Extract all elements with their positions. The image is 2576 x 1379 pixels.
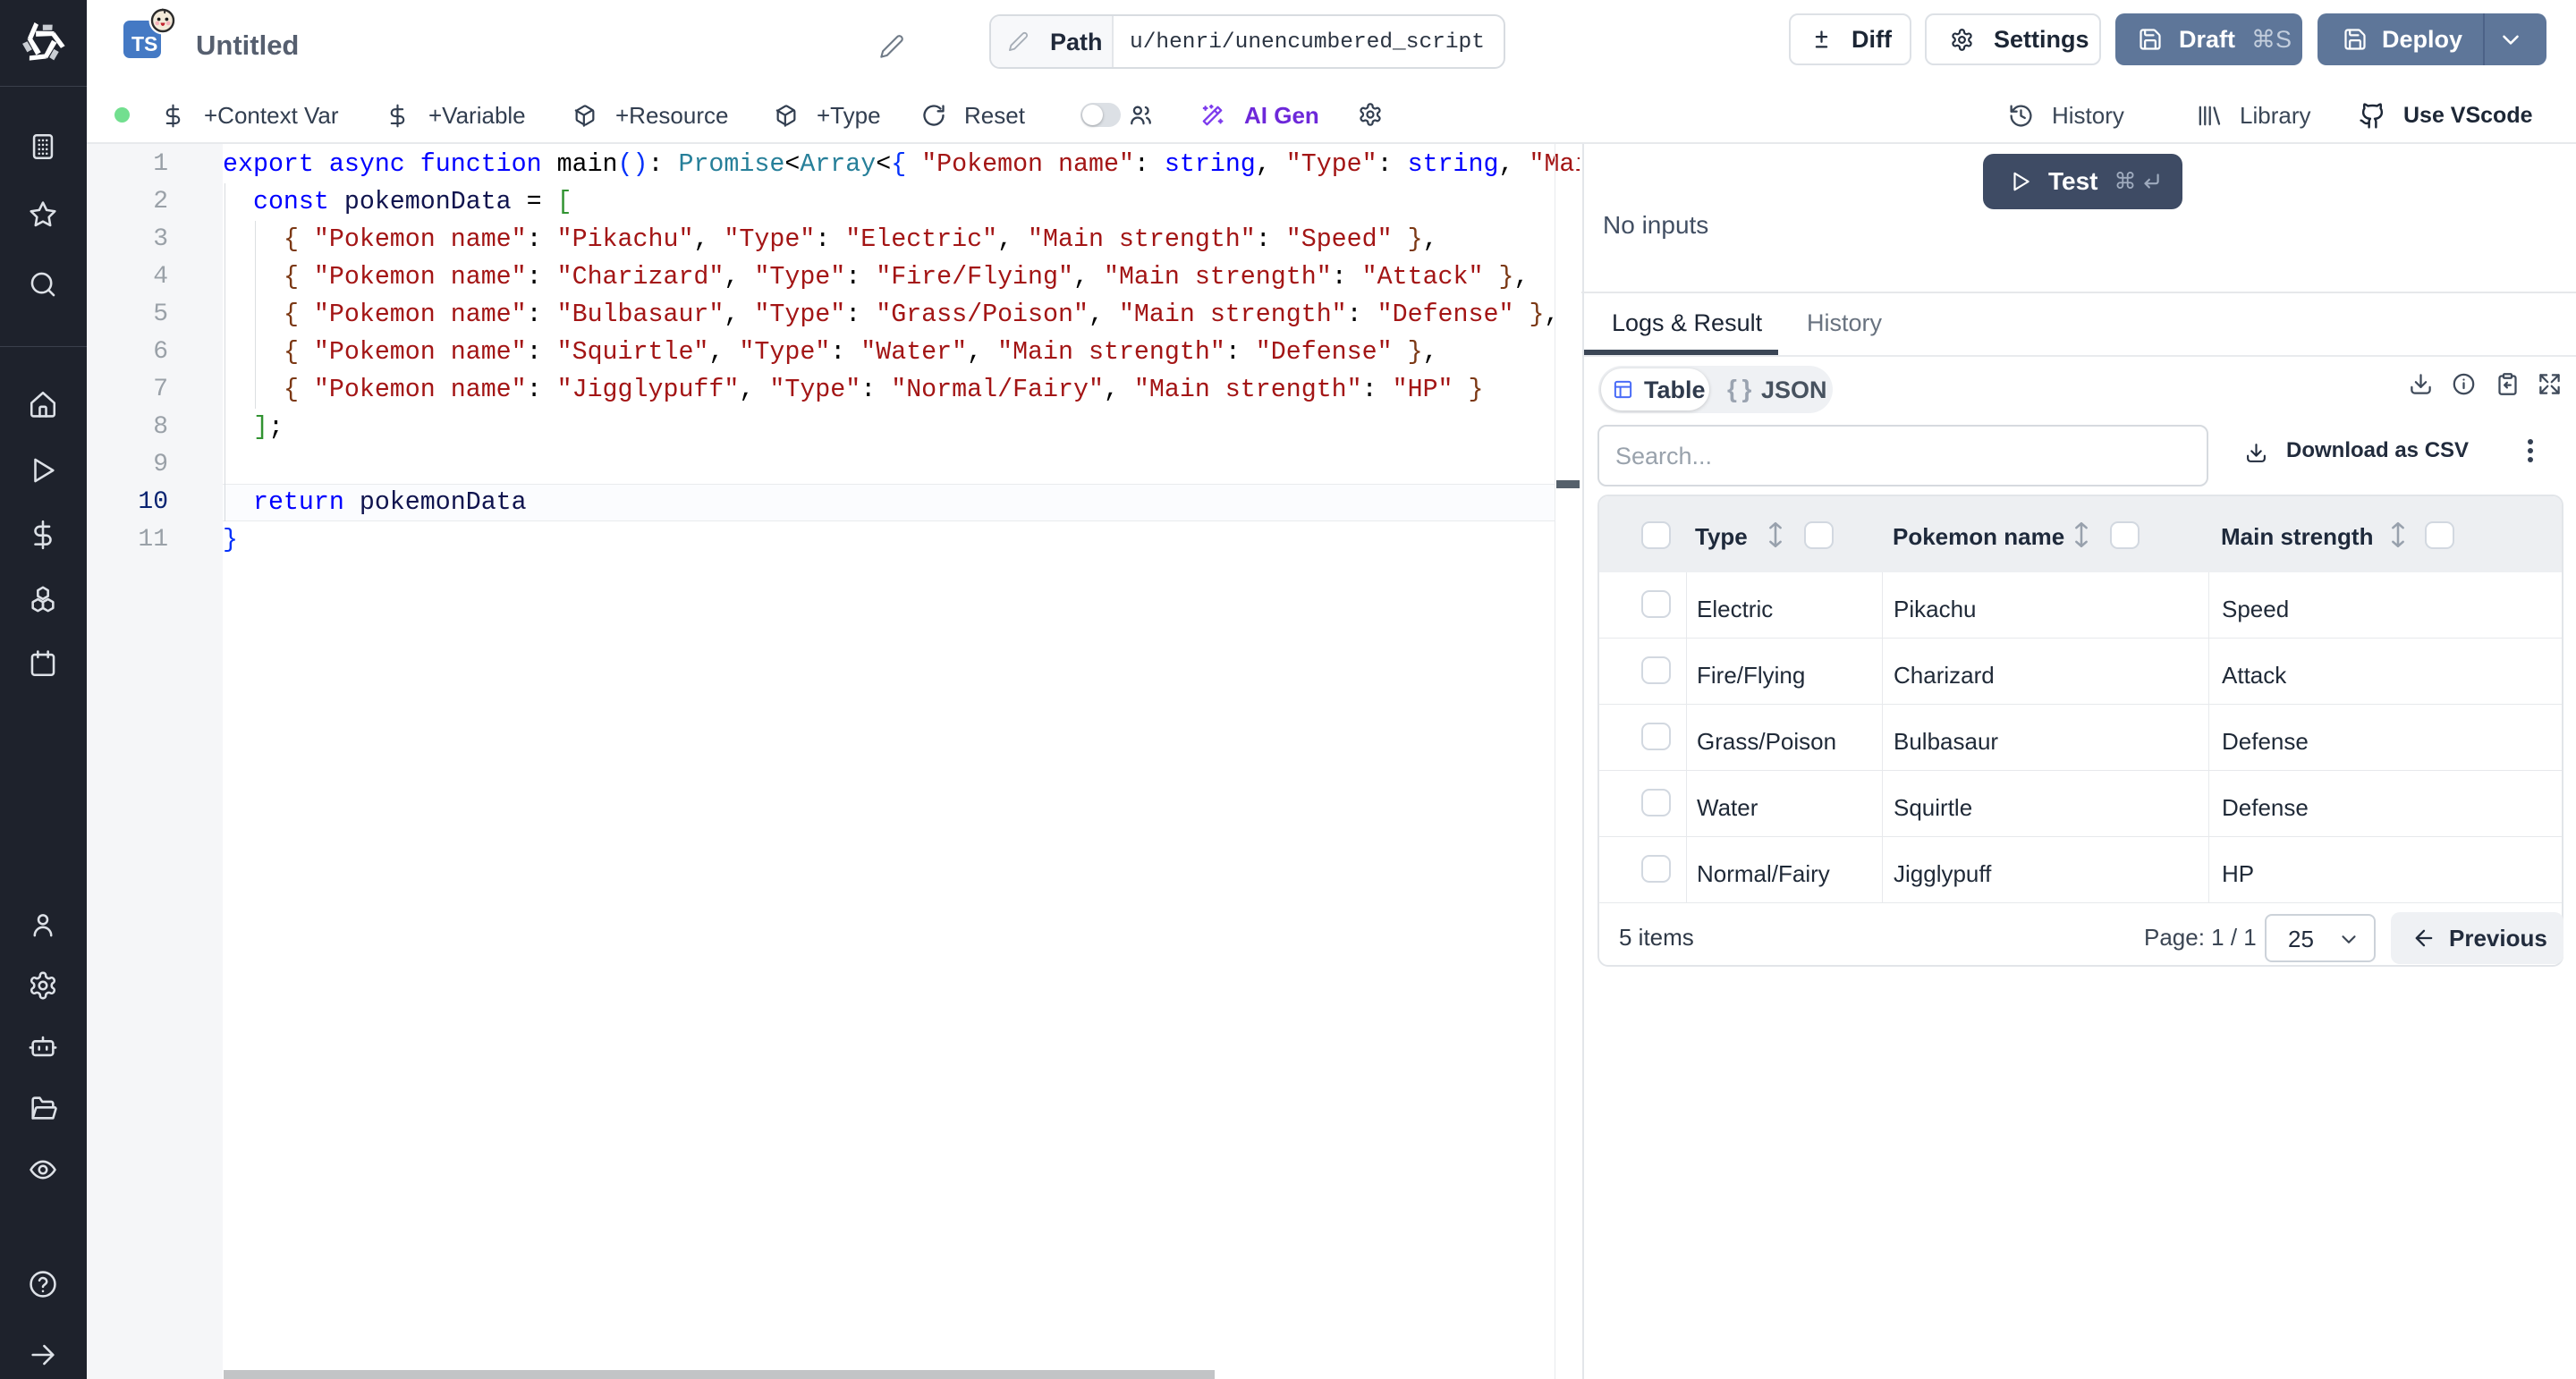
- svg-text:TS: TS: [131, 32, 157, 55]
